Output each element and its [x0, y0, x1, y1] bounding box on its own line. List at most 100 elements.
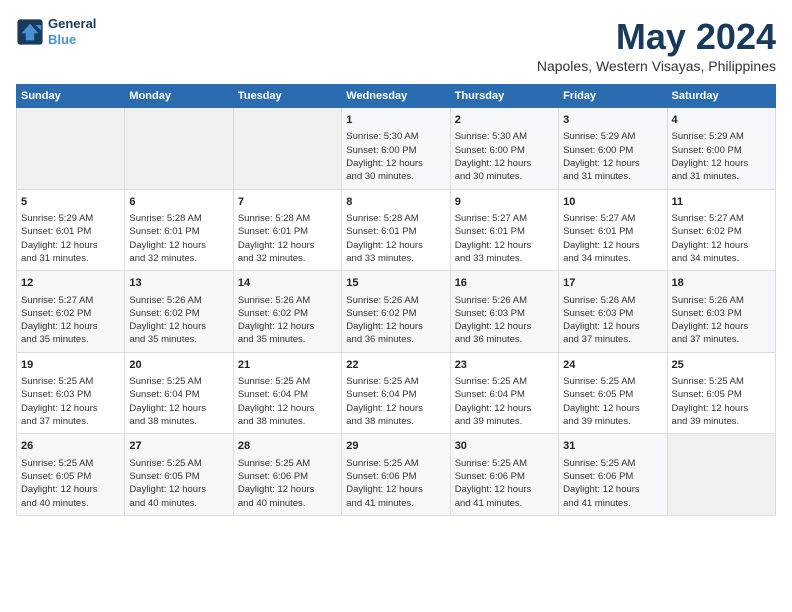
weekday-header-row: SundayMondayTuesdayWednesdayThursdayFrid…: [17, 85, 776, 108]
calendar-cell: 12Sunrise: 5:27 AM Sunset: 6:02 PM Dayli…: [17, 271, 125, 353]
day-number: 16: [455, 276, 554, 291]
logo-line1: General: [48, 16, 96, 32]
page-header: General Blue May 2024 Napoles, Western V…: [16, 16, 776, 74]
calendar-cell: 23Sunrise: 5:25 AM Sunset: 6:04 PM Dayli…: [450, 352, 558, 434]
day-number: 15: [346, 276, 445, 291]
calendar-week-3: 12Sunrise: 5:27 AM Sunset: 6:02 PM Dayli…: [17, 271, 776, 353]
calendar-cell: 17Sunrise: 5:26 AM Sunset: 6:03 PM Dayli…: [559, 271, 667, 353]
day-info: Sunrise: 5:28 AM Sunset: 6:01 PM Dayligh…: [346, 212, 445, 265]
day-info: Sunrise: 5:27 AM Sunset: 6:01 PM Dayligh…: [455, 212, 554, 265]
day-info: Sunrise: 5:25 AM Sunset: 6:06 PM Dayligh…: [563, 457, 662, 510]
day-number: 28: [238, 439, 337, 454]
day-number: 9: [455, 195, 554, 210]
day-number: 7: [238, 195, 337, 210]
calendar-cell: 2 Sunrise: 5:30 AM Sunset: 6:00 PM Daylig…: [450, 108, 558, 190]
day-number: 1: [346, 113, 445, 128]
calendar-cell: 9 Sunrise: 5:27 AM Sunset: 6:01 PM Daylig…: [450, 189, 558, 271]
calendar-cell: 29 Sunrise: 5:25 AM Sunset: 6:06 PM Dayli…: [342, 434, 450, 516]
day-info: Sunrise: 5:30 AM Sunset: 6:00 PM Dayligh…: [455, 130, 554, 183]
day-number: 4: [672, 113, 771, 128]
day-info: Sunrise: 5:29 AM Sunset: 6:01 PM Dayligh…: [21, 212, 120, 265]
month-title: May 2024: [537, 16, 776, 58]
calendar-cell: [125, 108, 233, 190]
title-block: May 2024 Napoles, Western Visayas, Phili…: [537, 16, 776, 74]
day-info: Sunrise: 5:25 AM Sunset: 6:05 PM Dayligh…: [129, 457, 228, 510]
weekday-header-sunday: Sunday: [17, 85, 125, 108]
day-number: 26: [21, 439, 120, 454]
day-number: 12: [21, 276, 120, 291]
calendar-cell: 20Sunrise: 5:25 AM Sunset: 6:04 PM Dayli…: [125, 352, 233, 434]
calendar-cell: 27 Sunrise: 5:25 AM Sunset: 6:05 PM Dayli…: [125, 434, 233, 516]
day-number: 18: [672, 276, 771, 291]
calendar-week-2: 5 Sunrise: 5:29 AM Sunset: 6:01 PM Daylig…: [17, 189, 776, 271]
day-number: 29: [346, 439, 445, 454]
day-info: Sunrise: 5:25 AM Sunset: 6:04 PM Dayligh…: [238, 375, 337, 428]
day-info: Sunrise: 5:25 AM Sunset: 6:06 PM Dayligh…: [455, 457, 554, 510]
day-number: 31: [563, 439, 662, 454]
calendar-cell: 18 Sunrise: 5:26 AM Sunset: 6:03 PM Dayli…: [667, 271, 775, 353]
calendar-cell: 4Sunrise: 5:29 AM Sunset: 6:00 PM Daylig…: [667, 108, 775, 190]
day-info: Sunrise: 5:28 AM Sunset: 6:01 PM Dayligh…: [238, 212, 337, 265]
calendar-body: 1 Sunrise: 5:30 AM Sunset: 6:00 PM Daylig…: [17, 108, 776, 516]
weekday-header-friday: Friday: [559, 85, 667, 108]
weekday-header-saturday: Saturday: [667, 85, 775, 108]
weekday-header-thursday: Thursday: [450, 85, 558, 108]
calendar-cell: 11 Sunrise: 5:27 AM Sunset: 6:02 PM Dayli…: [667, 189, 775, 271]
day-number: 19: [21, 358, 120, 373]
day-number: 11: [672, 195, 771, 210]
day-info: Sunrise: 5:25 AM Sunset: 6:06 PM Dayligh…: [346, 457, 445, 510]
day-info: Sunrise: 5:25 AM Sunset: 6:04 PM Dayligh…: [455, 375, 554, 428]
logo-line2: Blue: [48, 32, 96, 48]
day-info: Sunrise: 5:26 AM Sunset: 6:02 PM Dayligh…: [129, 294, 228, 347]
logo-icon: [16, 18, 44, 46]
day-number: 24: [563, 358, 662, 373]
day-number: 6: [129, 195, 228, 210]
calendar-cell: [233, 108, 341, 190]
day-info: Sunrise: 5:25 AM Sunset: 6:04 PM Dayligh…: [346, 375, 445, 428]
calendar-table: SundayMondayTuesdayWednesdayThursdayFrid…: [16, 84, 776, 516]
calendar-cell: 3Sunrise: 5:29 AM Sunset: 6:00 PM Daylig…: [559, 108, 667, 190]
calendar-cell: 22Sunrise: 5:25 AM Sunset: 6:04 PM Dayli…: [342, 352, 450, 434]
day-number: 8: [346, 195, 445, 210]
day-info: Sunrise: 5:26 AM Sunset: 6:02 PM Dayligh…: [238, 294, 337, 347]
calendar-cell: 8 Sunrise: 5:28 AM Sunset: 6:01 PM Daylig…: [342, 189, 450, 271]
calendar-cell: 10 Sunrise: 5:27 AM Sunset: 6:01 PM Dayli…: [559, 189, 667, 271]
day-info: Sunrise: 5:27 AM Sunset: 6:02 PM Dayligh…: [672, 212, 771, 265]
day-info: Sunrise: 5:26 AM Sunset: 6:03 PM Dayligh…: [455, 294, 554, 347]
calendar-cell: 28Sunrise: 5:25 AM Sunset: 6:06 PM Dayli…: [233, 434, 341, 516]
day-number: 20: [129, 358, 228, 373]
calendar-week-5: 26 Sunrise: 5:25 AM Sunset: 6:05 PM Dayli…: [17, 434, 776, 516]
calendar-cell: 25 Sunrise: 5:25 AM Sunset: 6:05 PM Dayli…: [667, 352, 775, 434]
day-info: Sunrise: 5:27 AM Sunset: 6:01 PM Dayligh…: [563, 212, 662, 265]
calendar-cell: 14Sunrise: 5:26 AM Sunset: 6:02 PM Dayli…: [233, 271, 341, 353]
day-info: Sunrise: 5:25 AM Sunset: 6:05 PM Dayligh…: [672, 375, 771, 428]
day-number: 25: [672, 358, 771, 373]
calendar-cell: 1 Sunrise: 5:30 AM Sunset: 6:00 PM Daylig…: [342, 108, 450, 190]
calendar-cell: 26 Sunrise: 5:25 AM Sunset: 6:05 PM Dayli…: [17, 434, 125, 516]
day-number: 3: [563, 113, 662, 128]
day-number: 17: [563, 276, 662, 291]
calendar-cell: 5 Sunrise: 5:29 AM Sunset: 6:01 PM Daylig…: [17, 189, 125, 271]
day-number: 5: [21, 195, 120, 210]
day-number: 27: [129, 439, 228, 454]
weekday-header-monday: Monday: [125, 85, 233, 108]
day-info: Sunrise: 5:26 AM Sunset: 6:03 PM Dayligh…: [672, 294, 771, 347]
calendar-week-1: 1 Sunrise: 5:30 AM Sunset: 6:00 PM Daylig…: [17, 108, 776, 190]
calendar-cell: 30Sunrise: 5:25 AM Sunset: 6:06 PM Dayli…: [450, 434, 558, 516]
day-number: 2: [455, 113, 554, 128]
day-number: 10: [563, 195, 662, 210]
day-info: Sunrise: 5:25 AM Sunset: 6:05 PM Dayligh…: [21, 457, 120, 510]
weekday-header-tuesday: Tuesday: [233, 85, 341, 108]
logo: General Blue: [16, 16, 96, 47]
day-info: Sunrise: 5:30 AM Sunset: 6:00 PM Dayligh…: [346, 130, 445, 183]
day-info: Sunrise: 5:28 AM Sunset: 6:01 PM Dayligh…: [129, 212, 228, 265]
weekday-header-wednesday: Wednesday: [342, 85, 450, 108]
calendar-cell: [667, 434, 775, 516]
calendar-cell: 7 Sunrise: 5:28 AM Sunset: 6:01 PM Daylig…: [233, 189, 341, 271]
calendar-cell: 24Sunrise: 5:25 AM Sunset: 6:05 PM Dayli…: [559, 352, 667, 434]
day-info: Sunrise: 5:26 AM Sunset: 6:02 PM Dayligh…: [346, 294, 445, 347]
day-number: 21: [238, 358, 337, 373]
calendar-cell: 21 Sunrise: 5:25 AM Sunset: 6:04 PM Dayli…: [233, 352, 341, 434]
day-info: Sunrise: 5:25 AM Sunset: 6:03 PM Dayligh…: [21, 375, 120, 428]
day-number: 13: [129, 276, 228, 291]
